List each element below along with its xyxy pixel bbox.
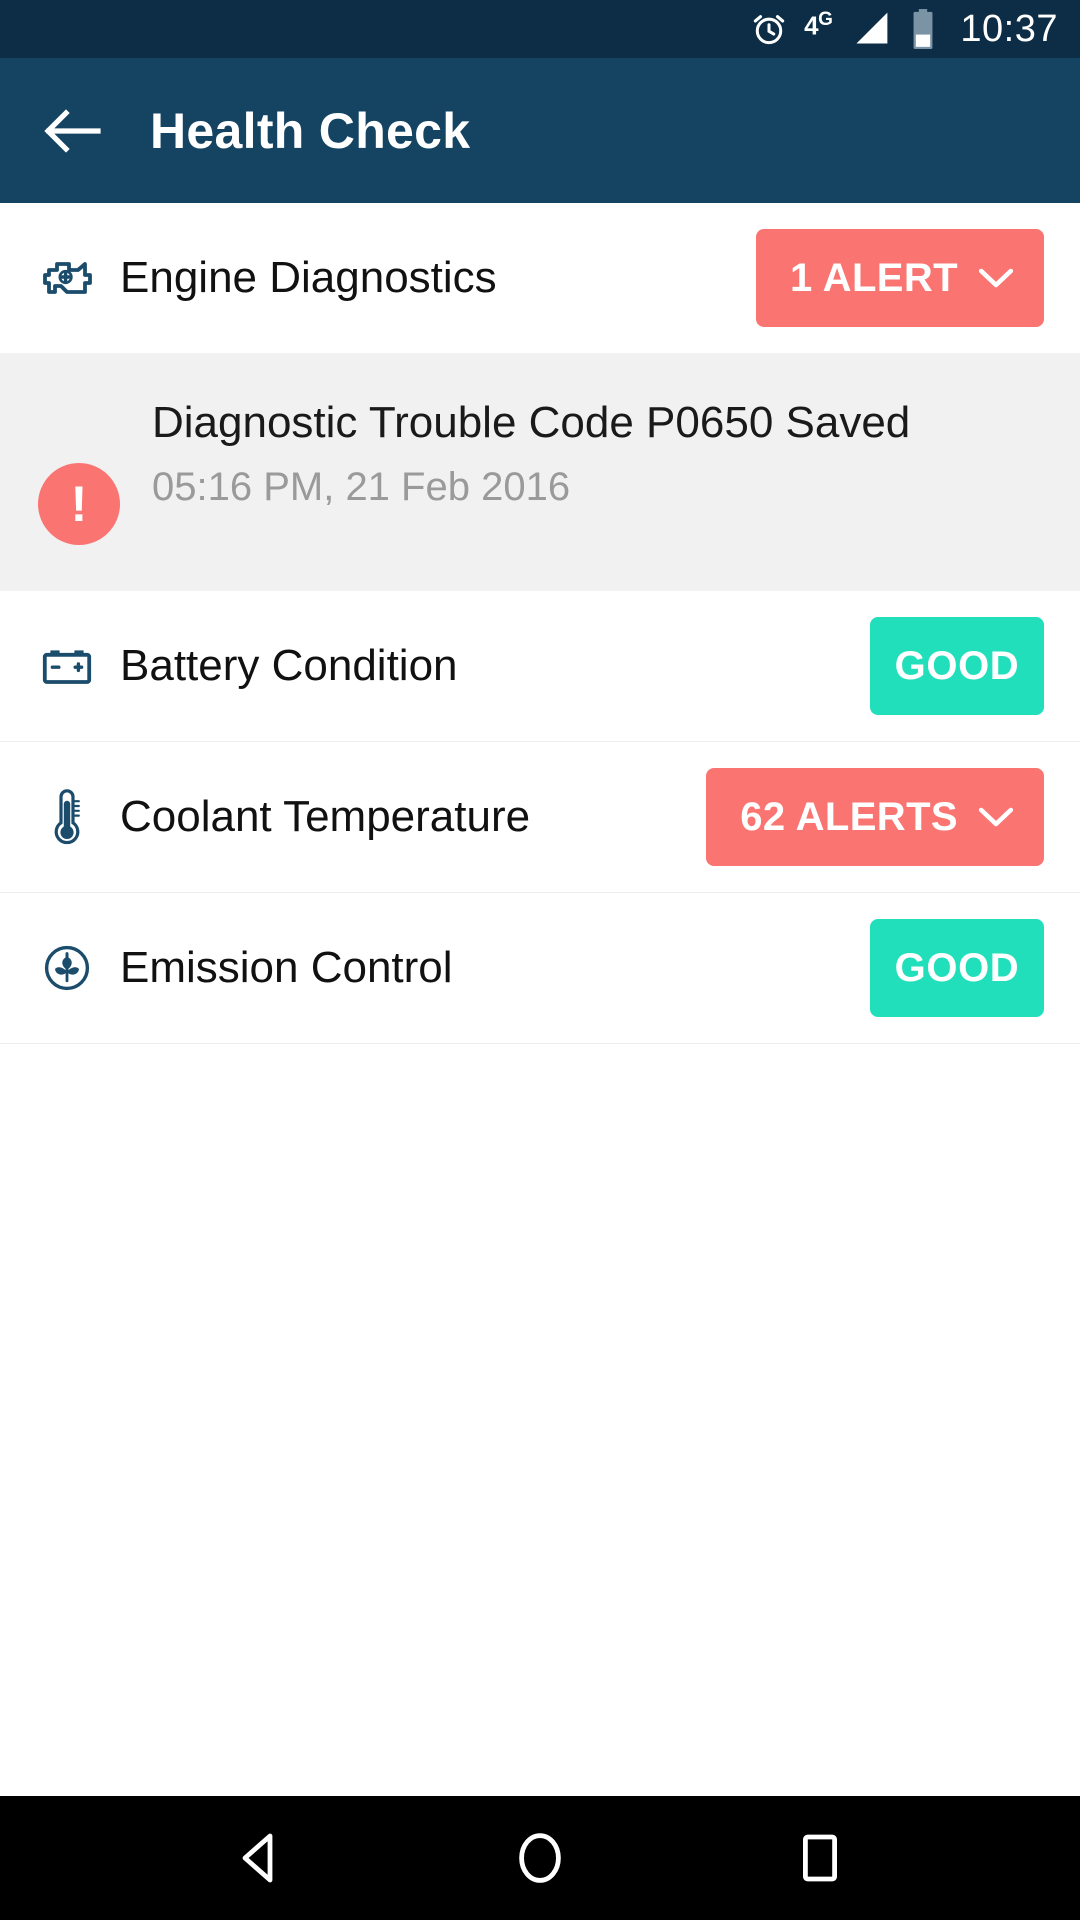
nav-recents-icon[interactable] (760, 1808, 880, 1908)
chevron-down-icon (978, 267, 1014, 289)
alert-count-badge-engine[interactable]: 1 ALERT (756, 229, 1044, 327)
engine-check-icon (38, 257, 96, 299)
alert-count-badge-coolant[interactable]: 62 ALERTS (706, 768, 1044, 866)
alert-exclamation-icon: ! (38, 463, 120, 545)
health-check-list: Engine Diagnostics 1 ALERT ! Diagnostic … (0, 203, 1080, 1796)
android-navigation-bar (0, 1796, 1080, 1920)
list-divider (0, 1043, 1080, 1044)
alert-detail-timestamp: 05:16 PM, 21 Feb 2016 (152, 464, 571, 509)
network-type-label: 4G (804, 8, 833, 41)
nav-home-icon[interactable] (480, 1808, 600, 1908)
thermometer-icon (38, 788, 96, 846)
list-item-emission-control[interactable]: Emission Control GOOD (0, 893, 1080, 1043)
phone-screen: 4G 10:37 Health Check Engine Diagnostics… (0, 0, 1080, 1920)
list-item-engine-diagnostics[interactable]: Engine Diagnostics 1 ALERT (0, 203, 1080, 353)
battery-icon (910, 8, 936, 50)
status-badge-battery[interactable]: GOOD (870, 617, 1044, 715)
status-badge-emission[interactable]: GOOD (870, 919, 1044, 1017)
alert-detail-panel: ! Diagnostic Trouble Code P0650 Saved 05… (0, 353, 1080, 591)
chevron-down-icon (978, 806, 1014, 828)
badge-label: 1 ALERT (790, 255, 958, 300)
list-item-battery-condition[interactable]: Battery Condition GOOD (0, 591, 1080, 741)
list-item-label: Coolant Temperature (120, 792, 531, 841)
alert-detail-title: Diagnostic Trouble Code P0650 Saved (152, 398, 911, 447)
list-item-label: Engine Diagnostics (120, 253, 497, 302)
alert-detail-body: Diagnostic Trouble Code P0650 Saved 05:1… (152, 397, 1044, 510)
nav-back-icon[interactable] (200, 1808, 320, 1908)
clock-time: 10:37 (960, 7, 1058, 50)
alarm-clock-icon (750, 10, 788, 48)
app-bar: Health Check (0, 58, 1080, 203)
car-battery-icon (38, 646, 96, 686)
emission-leaf-icon (38, 944, 96, 992)
badge-label: 62 ALERTS (740, 794, 958, 839)
list-item-coolant-temperature[interactable]: Coolant Temperature 62 ALERTS (0, 742, 1080, 892)
list-item-label: Battery Condition (120, 641, 458, 690)
back-arrow-icon[interactable] (36, 95, 108, 167)
page-title: Health Check (150, 102, 471, 159)
status-bar: 4G 10:37 (0, 0, 1080, 58)
signal-bars-icon (848, 9, 894, 49)
status-bar-icons: 4G 10:37 (750, 8, 1058, 51)
list-item-label: Emission Control (120, 943, 453, 992)
